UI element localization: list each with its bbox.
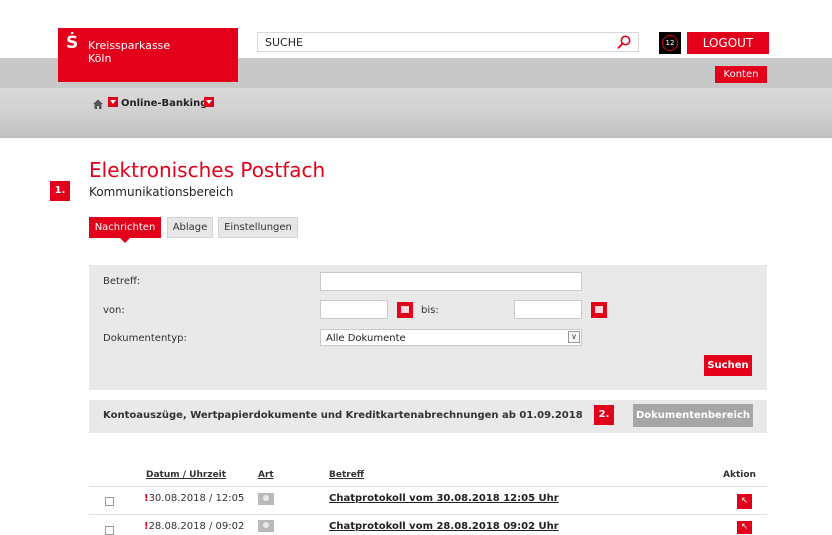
suchen-button[interactable]: Suchen (704, 355, 752, 376)
row-checkbox[interactable] (105, 497, 114, 506)
step-badge-1: 1. (50, 181, 70, 201)
betreff-input[interactable] (320, 272, 582, 291)
home-icon[interactable] (92, 98, 104, 110)
dokumententyp-label: Dokumententyp: (103, 333, 187, 344)
breadcrumb-band (0, 88, 832, 138)
konten-button[interactable]: Konten (715, 66, 767, 83)
von-label: von: (103, 305, 125, 316)
column-header-date[interactable]: Datum / Uhrzeit (146, 470, 226, 480)
row-subject-link[interactable]: Chatprotokoll vom 30.08.2018 12:05 Uhr (329, 493, 559, 504)
chat-document-icon (258, 493, 274, 505)
von-calendar-icon[interactable] (397, 302, 413, 318)
home-dropdown-icon[interactable] (108, 97, 118, 107)
open-arrow-icon[interactable]: ↖ (737, 521, 752, 534)
row-subject-link[interactable]: Chatprotokoll vom 28.08.2018 09:02 Uhr (329, 521, 559, 532)
row-datetime-value: 28.08.2018 / 09:02 (148, 521, 245, 532)
row-datetime-value: 30.08.2018 / 12:05 (148, 493, 245, 504)
open-arrow-icon[interactable]: ↖ (737, 494, 752, 509)
page-subtitle: Kommunikationsbereich (89, 185, 234, 199)
tab-nachrichten[interactable]: Nachrichten (89, 217, 161, 238)
von-date-input[interactable] (320, 300, 388, 319)
chevron-down-icon[interactable]: ∨ (568, 331, 580, 343)
search-input[interactable]: SUCHE (257, 32, 639, 52)
column-header-action: Aktion (723, 470, 756, 480)
sparkasse-s-icon: Ṡ (66, 33, 79, 53)
search-value: SUCHE (265, 36, 303, 49)
row-datetime: !28.08.2018 / 09:02 (144, 521, 244, 532)
timer-icon: 12 (662, 35, 678, 51)
dokumententyp-value: Alle Dokumente (326, 333, 406, 344)
documents-info-text: Kontoauszüge, Wertpapierdokumente und Kr… (103, 410, 583, 421)
brand-name: Kreissparkasse (88, 39, 171, 52)
online-banking-dropdown-icon[interactable] (204, 97, 214, 107)
brand-logo[interactable]: Ṡ Kreissparkasse Köln (58, 28, 238, 82)
page-title: Elektronisches Postfach (89, 158, 326, 182)
bis-date-input[interactable] (514, 300, 582, 319)
search-icon[interactable] (616, 34, 632, 50)
bis-calendar-icon[interactable] (591, 302, 607, 318)
column-header-art[interactable]: Art (258, 470, 274, 480)
active-tab-pointer (120, 238, 130, 243)
session-timer: 12 (659, 32, 681, 54)
dokumentenbereich-button[interactable]: Dokumentenbereich (633, 404, 753, 427)
logout-button[interactable]: LOGOUT (687, 32, 769, 54)
row-datetime: !30.08.2018 / 12:05 (144, 493, 244, 504)
column-header-subject[interactable]: Betreff (329, 470, 364, 480)
bis-label: bis: (421, 305, 439, 316)
step-badge-2: 2. (594, 405, 614, 425)
breadcrumb-online-banking[interactable]: Online-Banking (121, 98, 207, 109)
chat-document-icon (258, 520, 274, 532)
tab-ablage[interactable]: Ablage (167, 217, 213, 238)
tab-einstellungen[interactable]: Einstellungen (218, 217, 298, 238)
betreff-label: Betreff: (103, 276, 141, 287)
brand-city: Köln (88, 52, 112, 65)
dokumententyp-select[interactable]: Alle Dokumente ∨ (320, 329, 582, 346)
